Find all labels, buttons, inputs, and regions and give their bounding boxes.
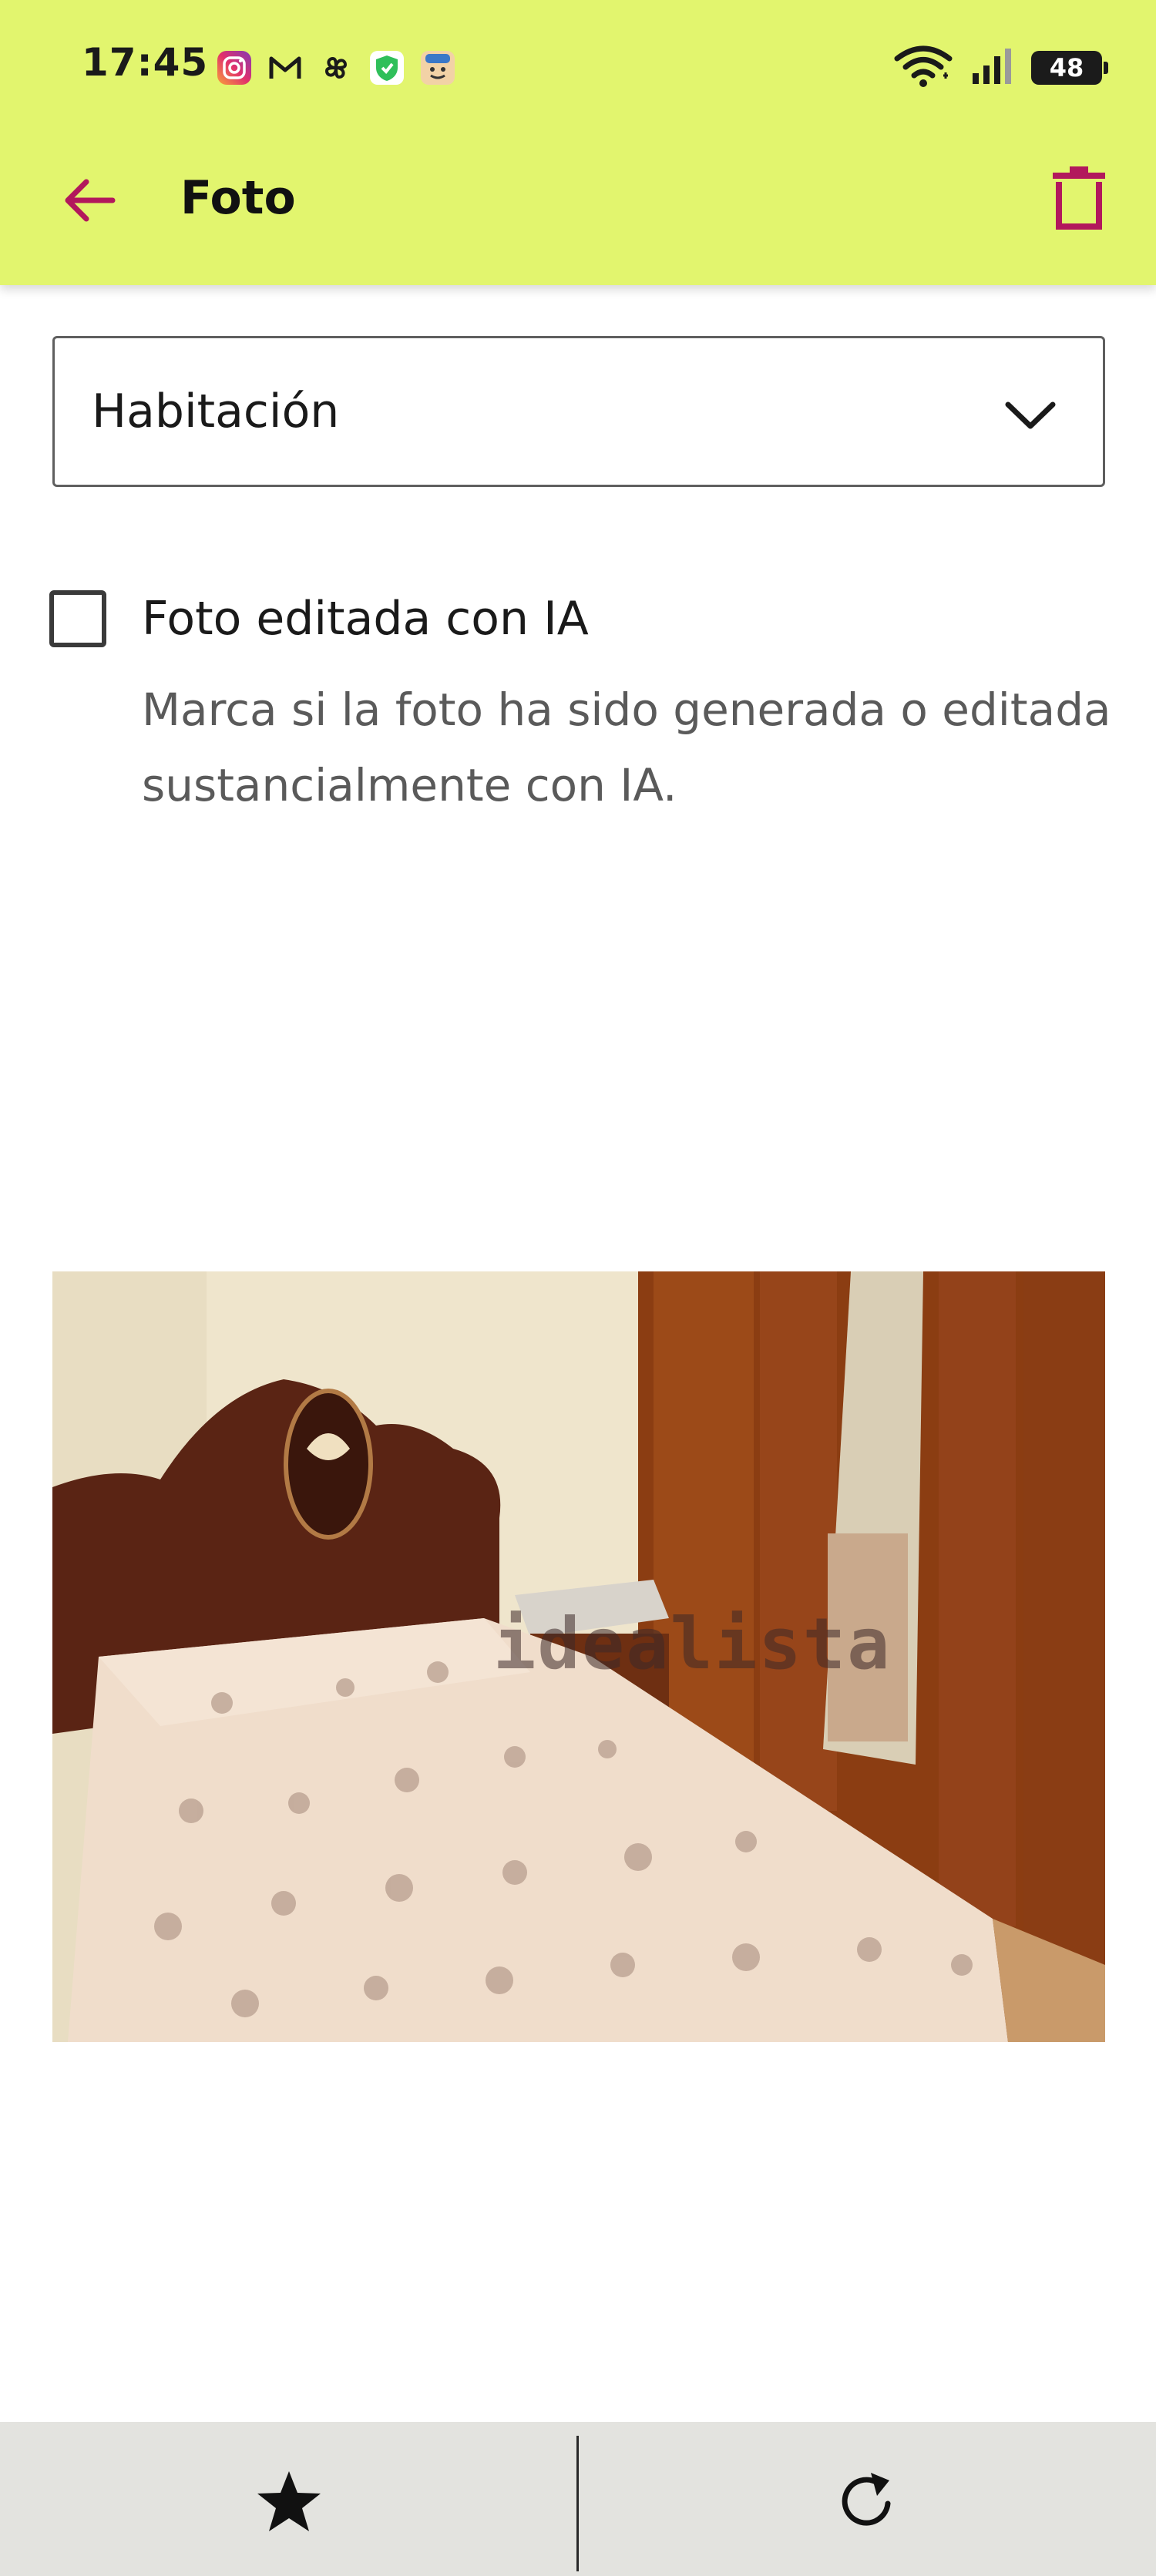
ai-edited-description: Marca si la foto ha sido generada o edit… — [142, 683, 1111, 811]
notification-icons — [214, 48, 458, 88]
face-app-icon — [418, 48, 458, 88]
ai-edited-label[interactable]: Foto editada con IA — [142, 592, 589, 646]
category-select-value: Habitación — [92, 385, 340, 438]
bottom-bar-divider — [576, 2436, 579, 2571]
set-main-photo-button[interactable] — [247, 2459, 331, 2544]
status-time: 17:45 — [82, 40, 209, 85]
battery-icon: 48 — [1031, 51, 1108, 85]
gmail-icon — [265, 48, 305, 88]
pinwheel-icon — [316, 48, 356, 88]
page-title: Foto — [180, 171, 296, 225]
back-button[interactable] — [51, 162, 128, 239]
chevron-down-icon — [1000, 385, 1061, 446]
system-icons: 48 — [892, 45, 1108, 91]
rotate-icon — [842, 2473, 891, 2526]
star-icon — [257, 2471, 321, 2531]
instagram-icon — [214, 48, 254, 88]
vpn-shield-icon — [367, 48, 407, 88]
delete-button[interactable] — [1040, 159, 1117, 236]
battery-level: 48 — [1049, 53, 1084, 82]
signal-icon — [971, 47, 1014, 89]
app-bar: Foto — [0, 131, 1156, 285]
rotate-photo-button[interactable] — [826, 2459, 911, 2544]
ai-edited-checkbox[interactable] — [49, 590, 106, 647]
status-bar: 17:45 48 — [0, 0, 1156, 131]
wifi-icon — [892, 45, 954, 91]
top-bar: 17:45 48 Foto — [0, 0, 1156, 285]
trash-icon — [1053, 166, 1105, 230]
category-select[interactable]: Habitación — [52, 336, 1105, 487]
photo-watermark: idealista — [493, 1603, 892, 1685]
arrow-left-icon — [65, 179, 116, 222]
room-photo: idealista — [52, 1271, 1105, 2042]
bottom-action-bar — [0, 2422, 1156, 2576]
